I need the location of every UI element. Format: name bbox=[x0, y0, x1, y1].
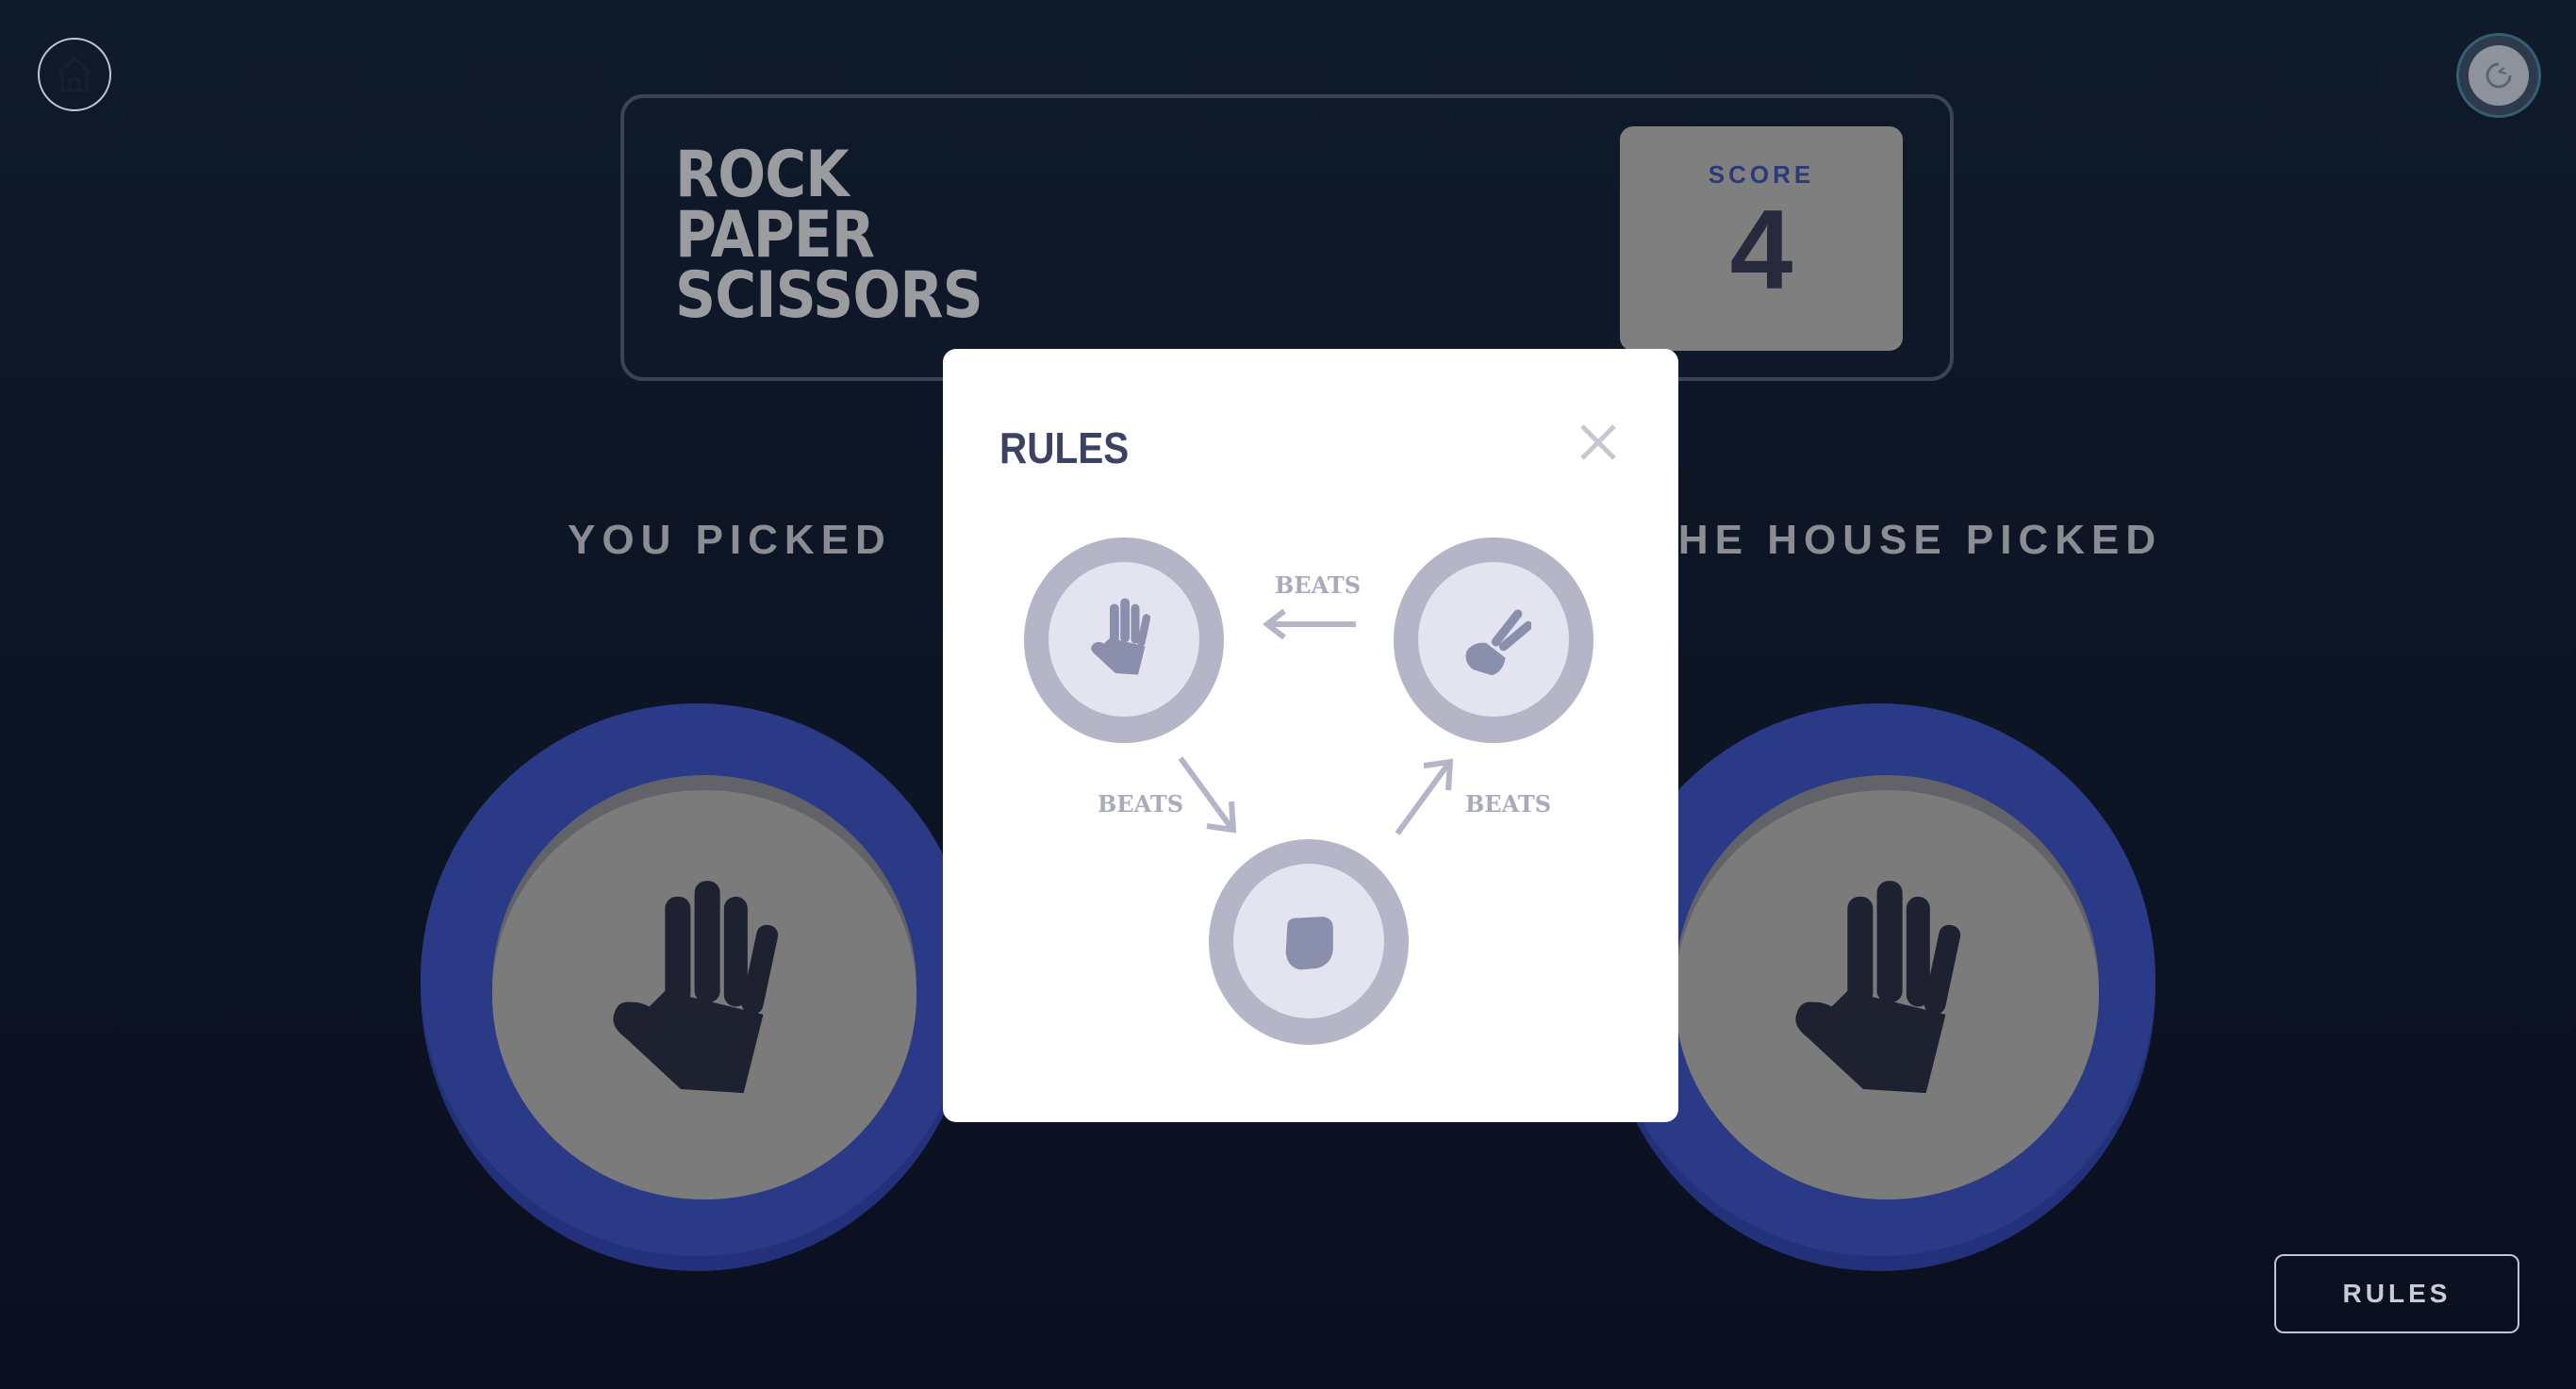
close-icon bbox=[1580, 424, 1616, 460]
score-box: SCORE 4 bbox=[1620, 126, 1903, 351]
home-button[interactable] bbox=[38, 38, 111, 111]
scissors-hand-icon bbox=[1418, 562, 1569, 717]
rule-scissors-chip bbox=[1394, 537, 1593, 743]
beats-label-top: BEATS bbox=[1275, 571, 1362, 599]
score-value: 4 bbox=[1729, 187, 1793, 313]
you-picked-label: YOU PICKED bbox=[568, 517, 892, 563]
paper-hand-icon bbox=[1675, 790, 2099, 1199]
arrow-icon bbox=[1263, 608, 1356, 640]
house-picked-label: THE HOUSE PICKED bbox=[1646, 517, 2163, 563]
rules-modal: RULES BEATS BEATS BEATS bbox=[943, 349, 1678, 1122]
home-icon bbox=[57, 56, 92, 92]
arrow-icon bbox=[1395, 758, 1454, 835]
modal-title: RULES bbox=[999, 423, 1130, 472]
score-label: SCORE bbox=[1708, 160, 1815, 189]
theme-toggle-button[interactable] bbox=[2459, 36, 2538, 115]
rule-rock-chip bbox=[1209, 839, 1409, 1045]
arrow-icon bbox=[1178, 756, 1237, 834]
theme-toggle-icon bbox=[2469, 45, 2529, 106]
paper-hand-icon bbox=[492, 790, 916, 1199]
rules-button[interactable]: RULES bbox=[2274, 1254, 2519, 1333]
game-title: ROCK PAPER SCISSORS bbox=[675, 138, 1024, 333]
beats-label-right: BEATS bbox=[1465, 790, 1552, 818]
player-choice-chip bbox=[421, 703, 973, 1271]
paper-hand-icon bbox=[1049, 562, 1199, 717]
rule-paper-chip bbox=[1024, 537, 1224, 743]
title-line-rock: ROCK bbox=[675, 138, 850, 212]
close-button[interactable] bbox=[1577, 421, 1620, 464]
beats-label-left: BEATS bbox=[1098, 790, 1184, 818]
house-choice-chip bbox=[1603, 703, 2155, 1271]
title-line-paper: PAPER bbox=[675, 198, 875, 273]
rock-fist-icon bbox=[1233, 864, 1384, 1018]
title-line-scissors: SCISSORS bbox=[675, 258, 983, 333]
